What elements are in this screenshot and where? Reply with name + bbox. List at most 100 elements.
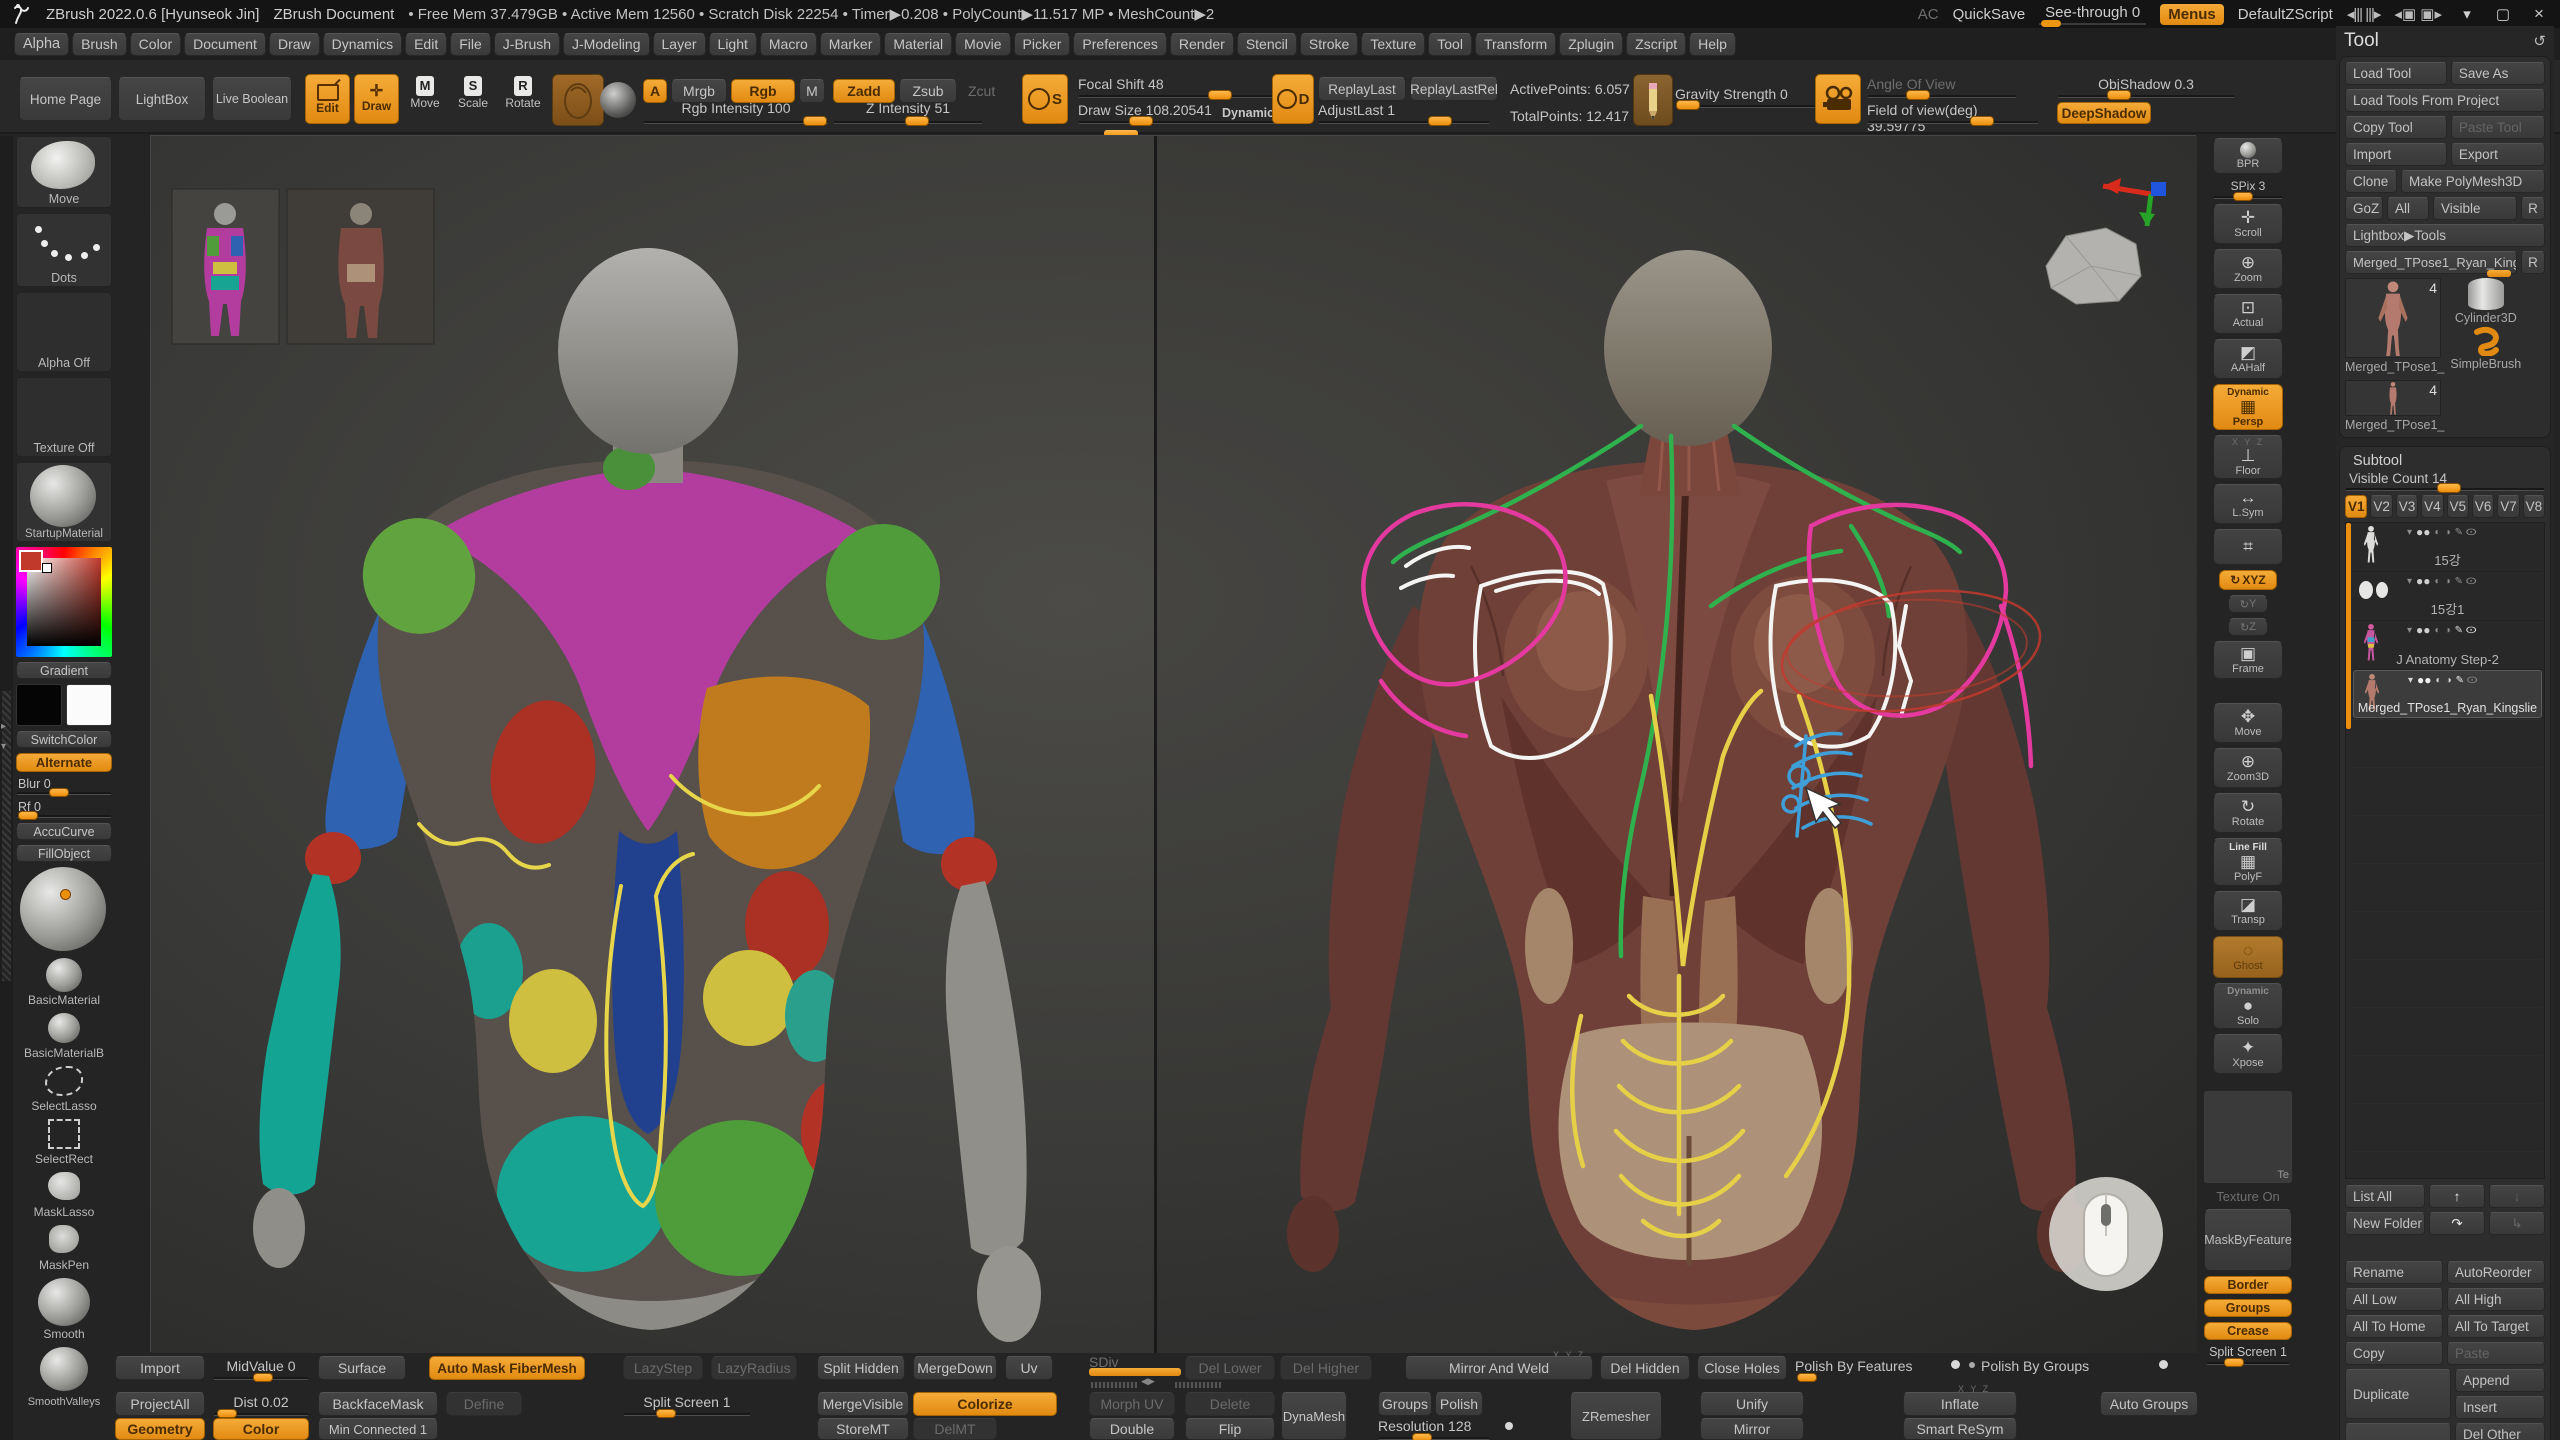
folder-arrow-icon[interactable]: ▾ bbox=[2408, 675, 2413, 686]
zcut-label[interactable]: Zcut bbox=[968, 83, 995, 99]
xpose-button[interactable]: ✦Xpose bbox=[2213, 1034, 2283, 1074]
subtool-row-selected[interactable]: ▾●●◐◑✎⊙ Merged_TPose1_Ryan_Kingslie bbox=[2353, 670, 2542, 718]
viewport[interactable] bbox=[150, 135, 2196, 1352]
smart-resym-button[interactable]: Smart ReSym bbox=[1903, 1418, 2017, 1440]
polish-features-dot-toggle[interactable] bbox=[1951, 1360, 1960, 1369]
mirror-button[interactable]: Mirror bbox=[1700, 1418, 1804, 1440]
replay-last-rel-button[interactable]: ReplayLastRel bbox=[1410, 77, 1498, 101]
all-low-button[interactable]: All Low bbox=[2345, 1288, 2443, 1311]
deep-shadow-button[interactable]: DeepShadow bbox=[2057, 102, 2151, 124]
paste-subtool-button[interactable]: Paste bbox=[2447, 1342, 2545, 1365]
groups-button[interactable]: Groups bbox=[2204, 1299, 2292, 1317]
color-tab-button[interactable]: Color bbox=[213, 1418, 309, 1440]
edit-mode-button[interactable]: Edit bbox=[305, 74, 350, 124]
eye-visibility-icon[interactable]: ⊙ bbox=[2465, 527, 2478, 538]
subtool-row-icons[interactable]: ▾●●◐◑✎⊙ bbox=[2407, 623, 2475, 637]
vtab-v7[interactable]: V7 bbox=[2497, 495, 2519, 518]
color-picker[interactable] bbox=[16, 547, 112, 657]
menu-item-stroke[interactable]: Stroke bbox=[1300, 33, 1358, 56]
replay-last-button[interactable]: ReplayLast bbox=[1318, 77, 1406, 101]
palette-refresh-icon[interactable]: ↺ bbox=[2533, 32, 2546, 50]
slider-handle[interactable] bbox=[1970, 116, 1994, 126]
vtab-v4[interactable]: V4 bbox=[2421, 495, 2443, 518]
double-button[interactable]: Double bbox=[1089, 1418, 1175, 1440]
border-button[interactable]: Border bbox=[2204, 1276, 2292, 1294]
move3d-button[interactable]: ✥Move bbox=[2213, 703, 2283, 743]
move-down-button[interactable]: ↓ bbox=[2489, 1185, 2545, 1208]
all-to-home-button[interactable]: All To Home bbox=[2345, 1315, 2443, 1338]
export-button[interactable]: Export bbox=[2451, 143, 2545, 166]
polypaint-icon[interactable]: ●● bbox=[2416, 525, 2431, 539]
delete-subtool-button[interactable]: Delete bbox=[2345, 1423, 2451, 1440]
paste-tool-button[interactable]: Paste Tool bbox=[2451, 116, 2545, 139]
fill-object-button[interactable]: FillObject bbox=[16, 845, 112, 862]
tray-toggle-left-icon[interactable]: ◂||| |||▸ bbox=[2347, 5, 2381, 23]
uv-button[interactable]: Uv bbox=[1005, 1356, 1053, 1380]
make-polymesh3d-button[interactable]: Make PolyMesh3D bbox=[2401, 170, 2545, 193]
project-all-button[interactable]: ProjectAll bbox=[115, 1392, 205, 1416]
move-mode-button[interactable]: M Move bbox=[404, 76, 446, 124]
menu-item-light[interactable]: Light bbox=[709, 33, 757, 56]
lazy-mouse-pencil-button[interactable] bbox=[1633, 74, 1673, 126]
rf-slider[interactable]: Rf 0 bbox=[16, 800, 112, 818]
mid-value-slider[interactable]: MidValue 0 bbox=[213, 1358, 309, 1380]
menu-item-zscript[interactable]: Zscript bbox=[1626, 33, 1686, 56]
polyframe-button[interactable]: Line Fill ▦ PolyF bbox=[2213, 838, 2283, 886]
dynamic-label[interactable]: Dynamic bbox=[1222, 106, 1274, 120]
tray-collapse-arrow2-icon[interactable]: ▾ bbox=[1, 741, 6, 752]
slider-handle[interactable] bbox=[2107, 90, 2131, 100]
stroke-indicator-button[interactable]: S bbox=[1022, 74, 1068, 124]
symmetry-xyz-button[interactable]: ↻XYZ bbox=[2219, 570, 2277, 590]
del-lower-button[interactable]: Del Lower bbox=[1185, 1356, 1275, 1380]
symmetry-z-button[interactable]: ↻Z bbox=[2228, 618, 2268, 636]
live-boolean-button[interactable]: Live Boolean bbox=[212, 77, 292, 121]
active-tool-r-button[interactable]: R bbox=[2521, 251, 2545, 274]
color-sphere[interactable] bbox=[16, 867, 112, 953]
stroke-preview-dots[interactable]: Dots bbox=[16, 213, 112, 287]
symmetry-y-button[interactable]: ↻Y bbox=[2228, 595, 2268, 613]
inflate-button[interactable]: Inflate bbox=[1903, 1392, 2017, 1416]
visible-count-slider[interactable]: Visible Count 14 bbox=[2345, 471, 2545, 491]
local-symmetry-button[interactable]: ↔L.Sym bbox=[2213, 484, 2283, 524]
slider-handle[interactable] bbox=[803, 116, 827, 126]
polish-groups-dot-toggle[interactable] bbox=[2159, 1360, 2168, 1369]
slider-handle[interactable] bbox=[656, 1409, 676, 1418]
menu-item-movie[interactable]: Movie bbox=[955, 33, 1010, 56]
lazy-step-button[interactable]: LazyStep bbox=[623, 1356, 703, 1380]
mask-by-feature-button[interactable]: MaskByFeature bbox=[2204, 1209, 2292, 1271]
del-mt-button[interactable]: DelMT bbox=[913, 1418, 997, 1440]
field-of-view-slider[interactable]: Field of view(deg) 39.59775 bbox=[1867, 102, 2039, 124]
subtool-row[interactable]: ▾●●◐◑✎⊙ J Anatomy Step-2 bbox=[2353, 621, 2542, 670]
menu-item-jbrush[interactable]: J-Brush bbox=[494, 33, 560, 56]
zoom-button[interactable]: ⊕Zoom bbox=[2213, 249, 2283, 289]
uv-icon[interactable]: ◐ bbox=[2435, 576, 2441, 587]
menu-item-jmodeling[interactable]: J-Modeling bbox=[563, 33, 649, 56]
aahalf-button[interactable]: ◩AAHalf bbox=[2213, 339, 2283, 379]
menu-item-texture[interactable]: Texture bbox=[1361, 33, 1425, 56]
zoom3d-button[interactable]: ⊕Zoom3D bbox=[2213, 748, 2283, 788]
scale-mode-button[interactable]: S Scale bbox=[452, 76, 494, 124]
rename-button[interactable]: Rename bbox=[2345, 1261, 2443, 1284]
tool-thumb-2[interactable]: 4 bbox=[2345, 380, 2441, 416]
smooth-brush-item[interactable]: Smooth bbox=[16, 1278, 112, 1342]
menu-item-material[interactable]: Material bbox=[884, 33, 952, 56]
menu-item-document[interactable]: Document bbox=[184, 33, 266, 56]
menu-item-marker[interactable]: Marker bbox=[820, 33, 882, 56]
displacement-icon[interactable]: ◑ bbox=[2445, 576, 2451, 587]
flip-button[interactable]: Flip bbox=[1185, 1418, 1275, 1440]
all-high-button[interactable]: All High bbox=[2447, 1288, 2545, 1311]
del-other-button[interactable]: Del Other bbox=[2455, 1423, 2545, 1440]
polypaint-icon[interactable]: ●● bbox=[2416, 623, 2431, 637]
alpha-selector[interactable]: Alpha Off bbox=[16, 292, 112, 372]
frame-button[interactable]: ▣Frame bbox=[2213, 641, 2283, 679]
subtool-row-icons[interactable]: ▾●●◐◑✎⊙ bbox=[2407, 525, 2475, 539]
slider-handle[interactable] bbox=[217, 1409, 237, 1418]
copy-subtool-button[interactable]: Copy bbox=[2345, 1342, 2443, 1365]
save-as-button[interactable]: Save As bbox=[2451, 62, 2545, 85]
vtab-v3[interactable]: V3 bbox=[2396, 495, 2418, 518]
bpr-button[interactable]: BPR bbox=[2213, 138, 2283, 174]
lazy-radius-button[interactable]: LazyRadius bbox=[711, 1356, 797, 1380]
material-selector[interactable]: StartupMaterial bbox=[16, 462, 112, 542]
goz-r-button[interactable]: R bbox=[2521, 197, 2545, 220]
main-color-swatch[interactable] bbox=[16, 684, 62, 726]
